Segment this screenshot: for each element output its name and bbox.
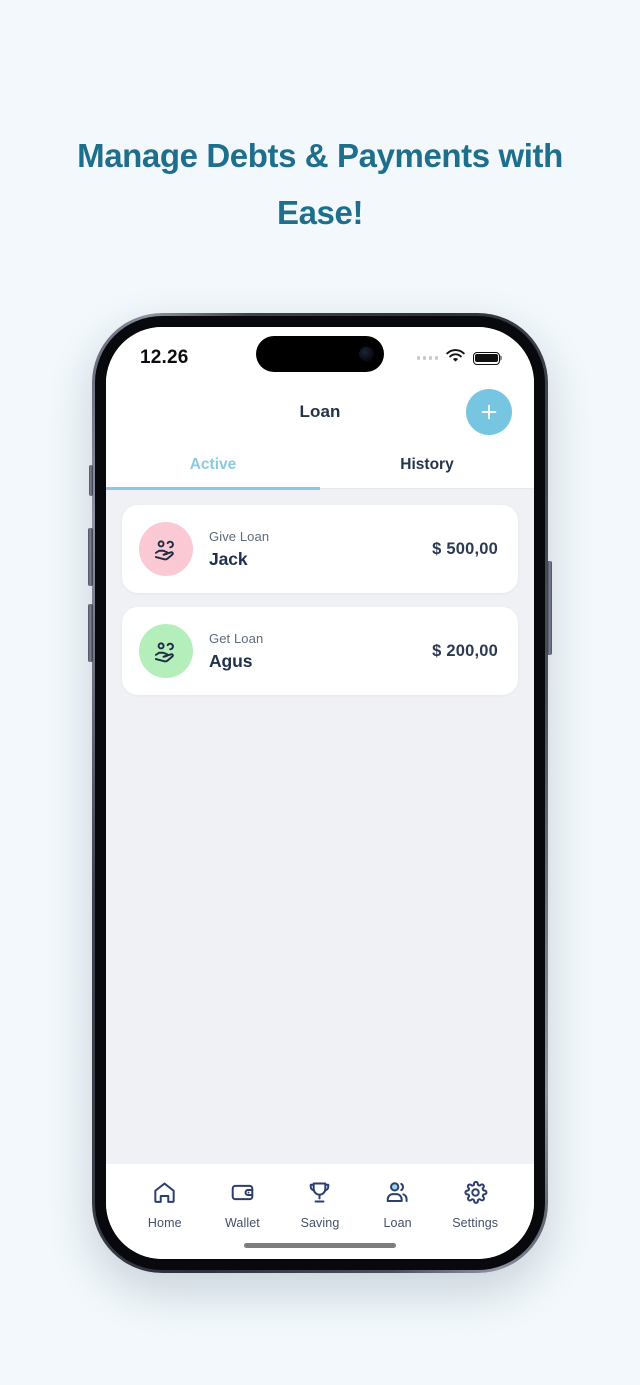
nav-label: Loan	[383, 1216, 412, 1230]
phone-screen: 12.26 Loan Active History Give Loan Jack…	[106, 327, 534, 1259]
list-item[interactable]: Get Loan Agus $ 200,00	[122, 607, 518, 695]
volume-up-button[interactable]	[88, 528, 93, 586]
loan-amount: $ 500,00	[432, 539, 498, 558]
phone-body: 12.26 Loan Active History Give Loan Jack…	[88, 316, 552, 1270]
nav-item-loan[interactable]: Loan	[359, 1180, 437, 1230]
phone-frame: 12.26 Loan Active History Give Loan Jack…	[88, 313, 552, 1273]
signal-dots-icon	[416, 356, 438, 360]
battery-full-icon	[473, 351, 500, 365]
loan-type: Get Loan	[209, 630, 264, 646]
status-time: 12.26	[140, 347, 189, 368]
tab-history[interactable]: History	[320, 443, 534, 488]
nav-label: Wallet	[224, 1216, 260, 1230]
nav-item-saving[interactable]: Saving	[281, 1180, 359, 1230]
plus-icon	[478, 401, 500, 423]
page-title: Manage Debts & Payments with Ease!	[77, 137, 563, 231]
app-header: Loan	[106, 381, 534, 443]
home-icon	[152, 1180, 177, 1208]
users-icon	[385, 1180, 410, 1208]
nav-label: Saving	[300, 1216, 340, 1230]
add-loan-button[interactable]	[466, 389, 512, 435]
wifi-icon	[446, 348, 465, 368]
nav-label: Home	[147, 1216, 182, 1230]
loan-tabs: Active History	[106, 443, 534, 490]
gear-icon	[463, 1180, 488, 1208]
list-item[interactable]: Give Loan Jack $ 500,00	[122, 505, 518, 593]
nav-item-wallet[interactable]: Wallet	[204, 1180, 282, 1230]
hand-coins-icon	[139, 624, 193, 678]
tab-active[interactable]: Active	[106, 443, 320, 490]
screen-title: Loan	[299, 402, 341, 421]
loan-name: Jack	[209, 548, 248, 569]
dynamic-island	[256, 336, 384, 372]
silence-switch[interactable]	[89, 465, 93, 496]
loan-name: Agus	[209, 650, 253, 671]
front-camera-icon	[359, 346, 374, 362]
loan-info: Get Loan Agus	[209, 631, 263, 672]
loan-type: Give Loan	[209, 528, 270, 544]
hand-coins-icon	[139, 522, 193, 576]
status-bar: 12.26	[106, 327, 534, 381]
wallet-icon	[230, 1180, 255, 1208]
bottom-navigation: Home Wallet Saving Loan Settings	[106, 1163, 534, 1259]
power-button[interactable]	[547, 561, 552, 655]
nav-item-home[interactable]: Home	[126, 1180, 204, 1230]
status-indicators	[416, 348, 500, 368]
loan-amount: $ 200,00	[432, 641, 498, 660]
trophy-icon	[307, 1180, 332, 1208]
nav-label: Settings	[452, 1216, 499, 1230]
nav-item-settings[interactable]: Settings	[436, 1180, 514, 1230]
volume-down-button[interactable]	[88, 604, 93, 662]
loan-info: Give Loan Jack	[209, 529, 269, 570]
home-indicator[interactable]	[244, 1243, 396, 1248]
loan-list: Give Loan Jack $ 500,00 Get Loan Agus $ …	[106, 489, 534, 1163]
